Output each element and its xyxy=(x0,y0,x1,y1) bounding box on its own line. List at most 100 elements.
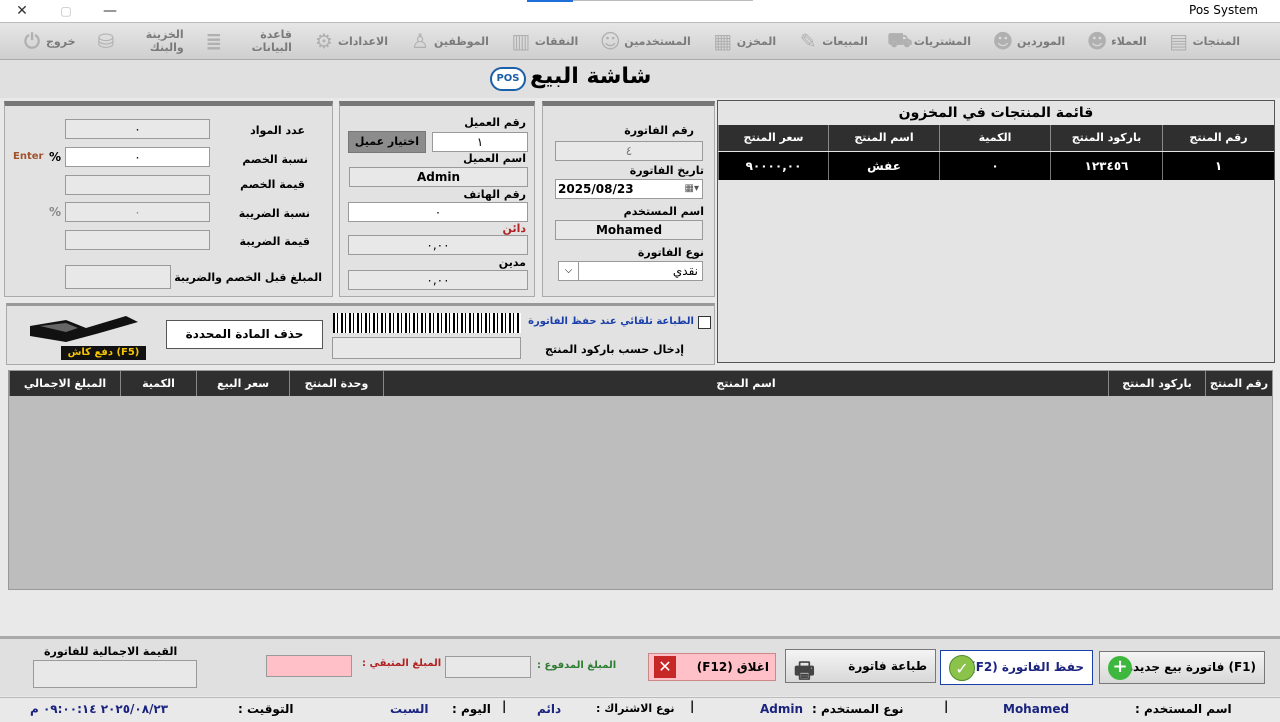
cart-col-header[interactable]: وحدة المنتج xyxy=(289,371,383,396)
auto-print-checkbox[interactable] xyxy=(698,316,711,329)
cart-col-header[interactable]: اسم المنتج xyxy=(383,371,1108,396)
customers-icon: ☻ xyxy=(1086,29,1108,53)
remaining-amount-label: المبلغ المتبقي : xyxy=(362,658,442,669)
delete-selected-item-button[interactable]: حذف المادة المحددة xyxy=(166,320,323,349)
invoice-total-field[interactable] xyxy=(33,660,197,688)
minimize-icon: — xyxy=(103,3,117,19)
new-sale-invoice-button[interactable]: (F1) فاتورة بيع جديدة + xyxy=(1099,651,1265,684)
invoice-date-value: 2025/08/23 xyxy=(558,182,634,196)
tax-pct-label: نسبة الضريبة xyxy=(238,207,310,220)
print-invoice-label: طباعة فاتورة xyxy=(848,659,927,673)
table-row[interactable]: ١ ١٢٣٤٥٦ ٠ عفش ٩٠٠٠٠,٠٠ xyxy=(718,152,1274,180)
page-title: شاشة البيع xyxy=(530,64,652,89)
inventory-col-header[interactable]: الكمية xyxy=(939,125,1050,151)
inventory-cell: ١٢٣٤٥٦ xyxy=(1050,152,1162,180)
menu-item-label: قاعدة البيانات xyxy=(251,28,292,54)
phone-field[interactable]: ٠ xyxy=(348,202,528,222)
tax-value-field[interactable] xyxy=(65,230,210,250)
menu-item-expenses[interactable]: النفقات ▥ xyxy=(503,27,578,55)
close-window-button[interactable]: ✕ xyxy=(0,0,44,22)
calendar-dropdown-icon[interactable]: ▦▾ xyxy=(685,180,699,198)
cart-col-header[interactable]: الكمية xyxy=(120,371,196,396)
user-name-label: اسم المستخدم xyxy=(623,205,704,218)
print-invoice-button[interactable]: طباعة فاتورة 🖶 xyxy=(785,649,936,684)
paid-amount-field[interactable] xyxy=(445,656,531,678)
cart-col-header[interactable]: المبلغ الاجمالي xyxy=(9,371,120,396)
menu-item-sales[interactable]: المبيعات ✎ xyxy=(790,27,868,55)
inventory-col-header[interactable]: سعر المنتج xyxy=(718,125,828,151)
cash-payment-icon[interactable] xyxy=(26,312,144,346)
chevron-down-icon[interactable]: ⌵ xyxy=(559,262,579,280)
customer-name-field[interactable]: Admin xyxy=(349,167,528,187)
add-icon: + xyxy=(1108,656,1132,680)
discount-value-field[interactable] xyxy=(65,175,210,195)
menu-item-label: الخزينة والبنك xyxy=(145,28,184,54)
invoice-type-label: نوع الفاتورة xyxy=(637,246,704,259)
menu-item-warehouse[interactable]: المخزن ▦ xyxy=(705,27,776,55)
menu-item-purchases[interactable]: المشتريات ⛟ xyxy=(882,27,971,55)
discount-value-label: قيمة الخصم xyxy=(240,178,305,191)
minimize-window-button[interactable]: — xyxy=(88,0,132,22)
menu-item-label: الاعدادات xyxy=(337,34,389,48)
users-icon: ☺ xyxy=(599,29,621,53)
suppliers-icon: ☻ xyxy=(992,29,1014,53)
inventory-grid-header: رقم المنتج باركود المنتج الكمية اسم المن… xyxy=(718,125,1274,151)
save-invoice-button[interactable]: حفظ الفاتورة (F2) ✓ xyxy=(940,650,1093,685)
status-user-value: Mohamed xyxy=(1003,702,1070,716)
select-customer-button[interactable]: اختيار عميل xyxy=(348,131,426,153)
debtor-field[interactable]: ٠,٠٠ xyxy=(348,270,528,290)
inventory-col-header[interactable]: رقم المنتج xyxy=(1162,125,1274,151)
barcode-icon xyxy=(333,313,521,333)
menu-item-treasury[interactable]: الخزينة والبنك ⛁ xyxy=(90,27,184,55)
close-invoice-button[interactable]: اغلاق (F12) ✕ xyxy=(648,653,776,681)
cart-col-header[interactable]: باركود المنتج xyxy=(1108,371,1205,396)
customer-number-field[interactable]: ١ xyxy=(432,132,528,152)
power-icon: ⏻ xyxy=(24,29,40,53)
warehouse-icon: ▦ xyxy=(713,29,733,53)
menu-item-users[interactable]: المستخدمين ☺ xyxy=(592,27,691,55)
cart-col-header[interactable]: سعر البيع xyxy=(196,371,289,396)
invoice-total-label: القيمة الاجمالية للفاتورة xyxy=(44,645,178,658)
purchases-icon: ⛟ xyxy=(887,27,913,52)
tax-value-label: قيمة الضريبة xyxy=(239,235,310,248)
menu-item-database[interactable]: قاعدة البيانات ≣ xyxy=(198,27,292,55)
invoice-user-field[interactable]: Mohamed xyxy=(555,220,703,240)
debtor-label: مدين xyxy=(498,256,526,269)
customer-name-label: اسم العميل xyxy=(463,152,526,165)
invoice-type-select[interactable]: نقدي ⌵ xyxy=(558,261,703,281)
inventory-col-header[interactable]: اسم المنتج xyxy=(828,125,939,151)
menu-item-employees[interactable]: الموظفين ♙ xyxy=(402,27,489,55)
creditor-field[interactable]: ٠,٠٠ xyxy=(348,235,528,255)
inventory-col-header[interactable]: باركود المنتج xyxy=(1050,125,1162,151)
invoice-date-picker[interactable]: 2025/08/23 ▦▾ xyxy=(555,179,703,199)
remaining-amount-field[interactable] xyxy=(266,655,352,677)
close-x-icon: ✕ xyxy=(654,656,676,678)
barcode-input[interactable] xyxy=(332,337,521,359)
phone-label: رقم الهاتف xyxy=(463,188,526,201)
cart-grid[interactable] xyxy=(8,370,1273,590)
discount-pct-input[interactable]: ٠ xyxy=(65,147,210,167)
restore-window-button[interactable]: ▢ xyxy=(44,0,88,22)
menu-item-suppliers[interactable]: الموردين ☻ xyxy=(985,27,1066,55)
items-count-field[interactable]: ٠ xyxy=(65,119,210,139)
cash-payment-label[interactable]: دفع كاش (F5) xyxy=(61,346,146,360)
menu-item-label: المخزن xyxy=(736,34,777,48)
cart-col-header[interactable]: رقم المنتج xyxy=(1205,371,1272,396)
status-divider: | xyxy=(944,699,949,713)
menu-item-settings[interactable]: الاعدادات ⚙ xyxy=(306,27,388,55)
menu-item-products[interactable]: المنتجات ▤ xyxy=(1161,27,1240,55)
menu-item-customers[interactable]: العملاء ☻ xyxy=(1079,27,1147,55)
sales-icon: ✎ xyxy=(799,29,817,53)
status-divider: | xyxy=(690,699,695,713)
check-icon: ✓ xyxy=(949,655,975,681)
menu-item-label: الموردين xyxy=(1016,34,1066,48)
menu-item-label: المبيعات xyxy=(822,34,868,48)
tax-pct-input[interactable]: ٠ xyxy=(65,202,210,222)
title-accent xyxy=(527,0,573,2)
amount-before-field[interactable] xyxy=(65,265,171,289)
invoice-number-field[interactable]: ٤ xyxy=(555,141,703,161)
menu-item-power[interactable]: خروج ⏻ xyxy=(14,27,75,55)
auto-print-label: الطباعة تلقائي عند حفظ الفاتورة xyxy=(528,316,694,327)
customer-number-label: رقم العميل xyxy=(464,116,526,129)
discount-pct-symbol: % xyxy=(49,150,62,164)
